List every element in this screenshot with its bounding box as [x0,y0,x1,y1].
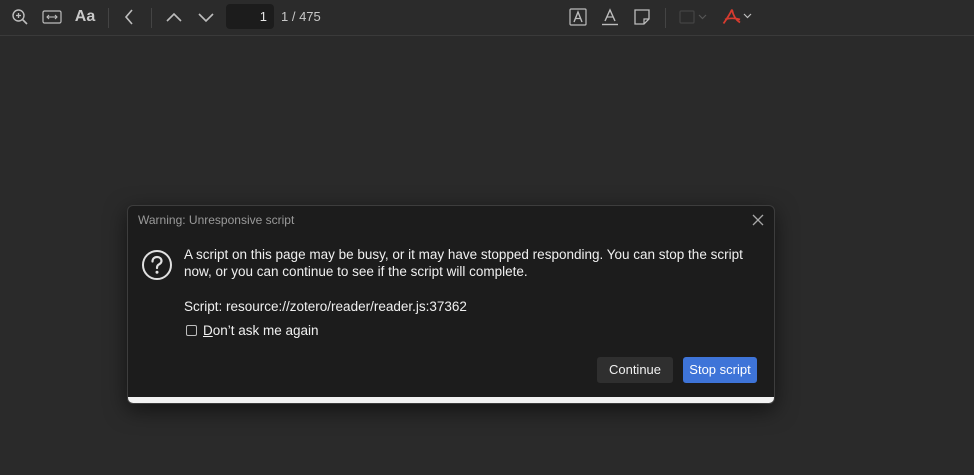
checkbox-access-key: D [203,323,213,338]
dialog-bottom-edge [128,397,774,403]
fit-width-button[interactable] [40,4,64,30]
close-button[interactable] [750,212,766,228]
color-picker-button[interactable] [676,4,710,30]
previous-page-button[interactable] [162,4,186,30]
chevron-up-icon [166,12,182,22]
chevron-down-icon [198,13,214,23]
dialog-message: A script on this page may be busy, or it… [184,247,743,279]
unresponsive-script-dialog: Warning: Unresponsive script A script on… [127,205,775,404]
zoom-in-button[interactable] [8,4,32,30]
fit-width-icon [42,10,62,24]
question-icon [142,250,172,280]
back-button[interactable] [118,4,140,30]
checkbox-box[interactable] [186,325,197,336]
add-note-button[interactable] [630,4,654,30]
checkbox-label[interactable]: Don’t ask me again [203,323,319,338]
continue-button[interactable]: Continue [597,357,673,383]
stop-script-button[interactable]: Stop script [683,357,757,383]
script-location: Script: resource://zotero/reader/reader.… [184,299,467,314]
toolbar-divider [665,8,666,28]
text-size-button[interactable]: Aa [72,4,98,30]
pdf-icon [722,9,752,25]
checkbox-label-text: on’t ask me again [212,323,319,338]
underline-text-icon [602,8,618,26]
pdf-menu-button[interactable] [720,4,754,30]
dialog-title: Warning: Unresponsive script [138,213,295,227]
color-swatch-icon [679,10,707,24]
zoom-in-icon [12,9,28,25]
note-icon [634,9,650,25]
dont-ask-again-checkbox[interactable]: Don’t ask me again [186,323,319,338]
toolbar-divider [151,8,152,28]
underline-text-button[interactable] [598,4,622,30]
page-number-input[interactable]: 1 [226,4,274,29]
reader-toolbar: Aa 1 1 / 475 [0,0,974,36]
close-icon [752,214,764,226]
next-page-button[interactable] [194,4,218,30]
highlight-text-button[interactable] [566,4,590,30]
toolbar-divider [108,8,109,28]
chevron-left-icon [124,9,133,25]
highlight-text-icon [569,8,587,26]
page-count: 1 / 475 [281,9,321,24]
